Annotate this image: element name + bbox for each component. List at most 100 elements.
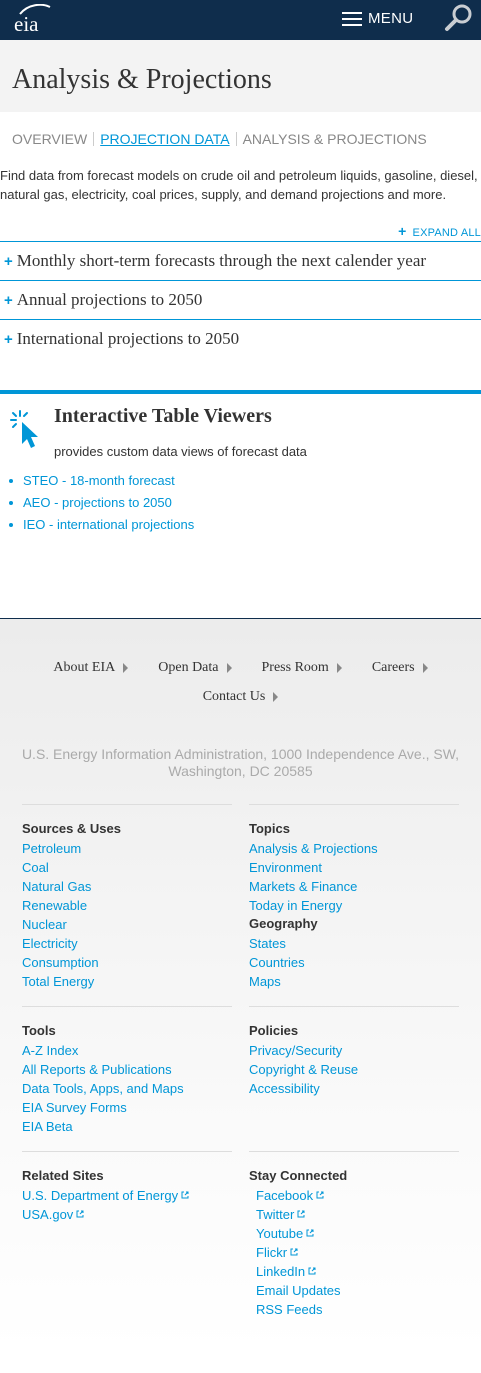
- footer-link[interactable]: Consumption: [22, 953, 232, 972]
- cursor-click-icon: [10, 410, 38, 448]
- email-updates-link[interactable]: Email Updates: [249, 1281, 459, 1300]
- accordion-item-annual[interactable]: + Annual projections to 2050: [0, 281, 481, 320]
- column-heading: Geography: [249, 916, 318, 931]
- link-label: Flickr: [256, 1245, 288, 1260]
- ieo-link[interactable]: IEO - international projections: [23, 514, 194, 536]
- list-item: AEO - projections to 2050: [8, 492, 194, 514]
- divider: [93, 131, 95, 146]
- accordion: + Monthly short-term forecasts through th…: [0, 241, 481, 358]
- list-item: IEO - international projections: [8, 514, 194, 536]
- tab-projection-data[interactable]: PROJECTION DATA: [100, 131, 229, 147]
- steo-link[interactable]: STEO - 18-month forecast: [23, 470, 175, 492]
- footer-link[interactable]: Analysis & Projections: [249, 839, 459, 858]
- footer-link[interactable]: Copyright & Reuse: [249, 1060, 459, 1079]
- footer-link[interactable]: States: [249, 934, 459, 953]
- top-navbar: eia MENU: [0, 0, 481, 40]
- list-item: STEO - 18-month forecast: [8, 470, 194, 492]
- footer-link[interactable]: Markets & Finance: [249, 877, 459, 896]
- link-label: RSS Feeds: [256, 1302, 323, 1317]
- footer-nav-open-data[interactable]: Open Data: [158, 653, 232, 682]
- linkedin-link[interactable]: LinkedIn: [249, 1262, 459, 1281]
- footer-links-grid: Sources & Uses Petroleum Coal Natural Ga…: [22, 804, 459, 1319]
- accordion-item-international[interactable]: + International projections to 2050: [0, 320, 481, 358]
- accordion-item-monthly[interactable]: + Monthly short-term forecasts through th…: [0, 242, 481, 281]
- column-heading: Policies: [249, 1023, 299, 1038]
- footer-link[interactable]: Privacy/Security: [249, 1041, 459, 1060]
- policies-column: Policies Privacy/Security Copyright & Re…: [249, 1006, 459, 1136]
- accordion-item-label: International projections to 2050: [16, 329, 240, 348]
- section-description: provides custom data views of forecast d…: [54, 444, 307, 459]
- footer-link[interactable]: Maps: [249, 972, 459, 991]
- caret-right-icon: [336, 662, 342, 673]
- intro-text: Find data from forecast models on crude …: [0, 168, 478, 202]
- link-label: LinkedIn: [256, 1264, 306, 1279]
- caret-right-icon: [422, 662, 428, 673]
- footer-nav-press-room[interactable]: Press Room: [262, 653, 342, 682]
- column-heading: Sources & Uses: [22, 821, 121, 836]
- footer: About EIA Open Data Press Room Careers C…: [0, 618, 481, 1352]
- footer-nav-label: Open Data: [158, 660, 219, 675]
- tools-column: Tools A-Z Index All Reports & Publicatio…: [22, 1006, 232, 1136]
- stay-connected-column: Stay Connected Facebook Twitter Youtube …: [249, 1151, 459, 1319]
- twitter-link[interactable]: Twitter: [249, 1205, 459, 1224]
- tab-analysis-projections[interactable]: ANALYSIS & PROJECTIONS: [243, 131, 427, 147]
- footer-link-external[interactable]: USA.gov: [22, 1205, 232, 1224]
- footer-link[interactable]: Natural Gas: [22, 877, 232, 896]
- search-button[interactable]: [443, 2, 475, 34]
- footer-nav-label: Contact Us: [202, 689, 266, 704]
- external-link-icon: [306, 1229, 314, 1237]
- sub-navigation: OVERVIEW PROJECTION DATA ANALYSIS & PROJ…: [0, 112, 481, 152]
- expand-all-label: EXPAND ALL: [412, 227, 481, 239]
- title-band: Analysis & Projections: [0, 40, 481, 112]
- rss-feeds-link[interactable]: RSS Feeds: [249, 1300, 459, 1319]
- expand-all-button[interactable]: + EXPAND ALL: [0, 223, 481, 239]
- sources-column: Sources & Uses Petroleum Coal Natural Ga…: [22, 804, 232, 991]
- column-heading: Topics: [249, 821, 290, 836]
- footer-link[interactable]: Environment: [249, 858, 459, 877]
- footer-nav-contact[interactable]: Contact Us: [203, 682, 279, 711]
- footer-link[interactable]: A-Z Index: [22, 1041, 232, 1060]
- footer-link-external[interactable]: U.S. Department of Energy: [22, 1186, 232, 1205]
- footer-link[interactable]: Countries: [249, 953, 459, 972]
- topics-column: Topics Analysis & Projections Environmen…: [249, 804, 459, 991]
- column-heading: Tools: [22, 1023, 56, 1038]
- plus-icon: +: [4, 331, 13, 348]
- flickr-link[interactable]: Flickr: [249, 1243, 459, 1262]
- footer-link[interactable]: Today in Energy: [249, 896, 459, 915]
- footer-nav-label: Careers: [371, 660, 415, 675]
- plus-icon: +: [4, 292, 13, 309]
- external-link-icon: [181, 1191, 189, 1199]
- tab-overview[interactable]: OVERVIEW: [12, 131, 87, 147]
- footer-link[interactable]: Petroleum: [22, 839, 232, 858]
- link-label: U.S. Department of Energy: [22, 1188, 179, 1203]
- facebook-link[interactable]: Facebook: [249, 1186, 459, 1205]
- footer-link[interactable]: EIA Beta: [22, 1117, 232, 1136]
- footer-link[interactable]: Electricity: [22, 934, 232, 953]
- footer-nav-careers[interactable]: Careers: [372, 653, 428, 682]
- eia-logo[interactable]: eia: [12, 4, 52, 36]
- youtube-link[interactable]: Youtube: [249, 1224, 459, 1243]
- menu-button[interactable]: MENU: [342, 10, 413, 27]
- footer-link[interactable]: Total Energy: [22, 972, 232, 991]
- plus-icon: +: [4, 253, 13, 270]
- section-heading: Interactive Table Viewers: [54, 405, 272, 427]
- page-title: Analysis & Projections: [12, 64, 272, 95]
- link-label: Youtube: [256, 1226, 304, 1241]
- footer-link[interactable]: Data Tools, Apps, and Maps: [22, 1079, 232, 1098]
- column-heading: Related Sites: [22, 1168, 104, 1183]
- footer-link[interactable]: EIA Survey Forms: [22, 1098, 232, 1117]
- footer-link[interactable]: Accessibility: [249, 1079, 459, 1098]
- footer-nav-label: Press Room: [261, 660, 329, 675]
- aeo-link[interactable]: AEO - projections to 2050: [23, 492, 172, 514]
- footer-link[interactable]: Coal: [22, 858, 232, 877]
- address: U.S. Energy Information Administration, …: [21, 746, 460, 779]
- accordion-item-label: Monthly short-term forecasts through the…: [16, 251, 427, 270]
- caret-right-icon: [226, 662, 232, 673]
- footer-link[interactable]: Renewable: [22, 896, 232, 915]
- link-label: Email Updates: [256, 1283, 341, 1298]
- footer-nav-about[interactable]: About EIA: [53, 653, 129, 682]
- search-icon: [445, 4, 472, 31]
- footer-link[interactable]: All Reports & Publications: [22, 1060, 232, 1079]
- related-sites-column: Related Sites U.S. Department of Energy …: [22, 1151, 232, 1319]
- footer-link[interactable]: Nuclear: [22, 915, 232, 934]
